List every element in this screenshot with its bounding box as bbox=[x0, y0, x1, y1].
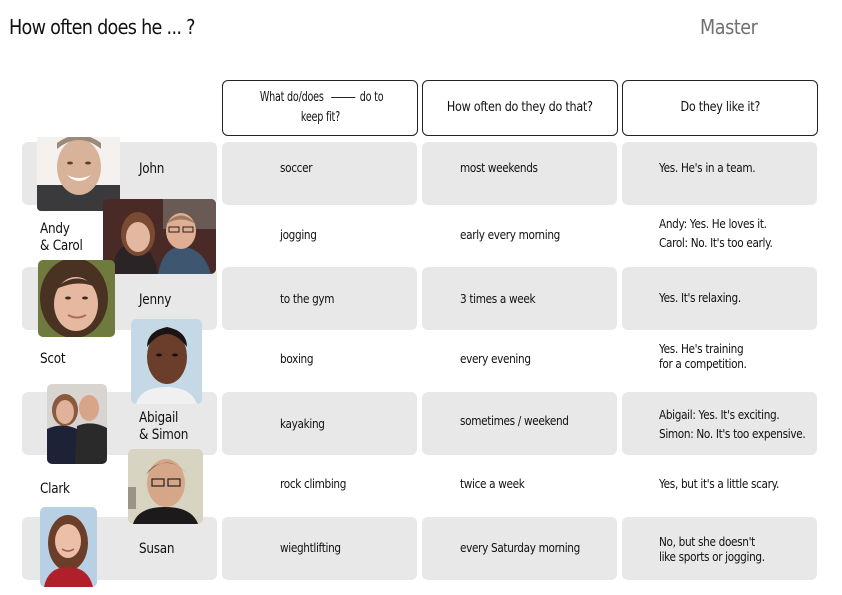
cell-text: kayaking bbox=[280, 416, 325, 431]
blank-line bbox=[331, 97, 356, 98]
cell-text: rock climbing bbox=[280, 476, 347, 491]
cell-text: every Saturday morning bbox=[460, 540, 580, 555]
table-cell-activity: soccer bbox=[222, 136, 417, 199]
cell-text: every evening bbox=[460, 351, 531, 366]
name-text: Jenny bbox=[139, 292, 172, 308]
cell-text: sometimes / weekend bbox=[460, 413, 569, 428]
cell-text: Yes. He's in a team. bbox=[659, 160, 756, 175]
table-cell-opinion: Yes. He's in a team. bbox=[622, 136, 817, 199]
name-text: Abigail bbox=[139, 410, 179, 426]
table-cell-opinion: Yes. He's training for a competition. bbox=[622, 324, 817, 387]
cell-text: Abigail: Yes. It's exciting. bbox=[659, 406, 780, 422]
person-name: Clark bbox=[40, 481, 75, 498]
table-cell-activity: to the gym bbox=[222, 267, 417, 330]
name-text: John bbox=[139, 161, 165, 177]
column-header-activity: What do/does do to keep fit? bbox=[222, 80, 418, 136]
table-cell-activity: jogging bbox=[222, 203, 417, 266]
table-cell-activity: rock climbing bbox=[222, 452, 417, 515]
person-name: Susan bbox=[139, 541, 180, 558]
photo-andy-carol bbox=[103, 199, 216, 274]
table-cell-frequency: sometimes / weekend bbox=[422, 389, 617, 452]
cell-text: No, but she doesn't bbox=[659, 533, 755, 549]
table-cell-opinion: Abigail: Yes. It's exciting. Simon: No. I… bbox=[622, 392, 817, 455]
name-text: Susan bbox=[139, 541, 175, 557]
person-name: John bbox=[139, 161, 168, 178]
cell-text: to the gym bbox=[280, 291, 335, 306]
header-text: Do they like it? bbox=[680, 100, 760, 115]
cell-text: Simon: No. It's too expensive. bbox=[659, 425, 806, 441]
column-header-opinion: Do they like it? bbox=[622, 80, 818, 136]
table-cell-frequency: every evening bbox=[422, 327, 617, 390]
table-cell-opinion: Andy: Yes. He loves it. Carol: No. It's t… bbox=[622, 201, 817, 264]
cell-text: like sports or jogging. bbox=[659, 548, 765, 564]
cell-text: 3 times a week bbox=[460, 291, 536, 306]
table-cell-opinion: Yes. It's relaxing. bbox=[622, 266, 817, 329]
header-text-part1: What do/does bbox=[259, 90, 324, 105]
column-header-frequency: How often do they do that? bbox=[422, 80, 618, 136]
photo-jenny bbox=[38, 260, 115, 337]
cell-text: Yes. It's relaxing. bbox=[659, 290, 741, 305]
table-cell-frequency: most weekends bbox=[422, 136, 617, 199]
cell-text: twice a week bbox=[460, 476, 525, 491]
table-cell-opinion: No, but she doesn't like sports or joggin… bbox=[622, 517, 817, 580]
table-cell-opinion: Yes, but it's a little scary. bbox=[622, 452, 817, 515]
cell-text: jogging bbox=[280, 227, 317, 242]
name-text: Scot bbox=[40, 351, 66, 367]
person-name: Andy & Carol bbox=[40, 221, 90, 255]
name-text: Clark bbox=[40, 481, 70, 497]
cell-text: boxing bbox=[280, 351, 314, 366]
header-text: How often do they do that? bbox=[447, 100, 593, 115]
person-name: Abigail & Simon bbox=[139, 410, 196, 444]
name-text: & Simon bbox=[139, 427, 189, 443]
cell-text: early every morning bbox=[460, 227, 560, 242]
cell-text: most weekends bbox=[460, 160, 538, 175]
page-title: How often does he ... ? bbox=[9, 15, 195, 39]
table-cell-activity: wieghtlifting bbox=[222, 516, 417, 579]
cell-text: Carol: No. It's too early. bbox=[659, 234, 773, 250]
cell-text: Yes. He's training bbox=[659, 340, 744, 356]
cell-text: soccer bbox=[280, 160, 313, 175]
photo-susan bbox=[40, 507, 97, 587]
table-cell-frequency: 3 times a week bbox=[422, 267, 617, 330]
cell-text: for a competition. bbox=[659, 355, 747, 371]
name-text: Andy bbox=[40, 221, 70, 237]
photo-abigail-simon bbox=[47, 384, 107, 464]
header-text-part2: do to bbox=[359, 90, 384, 105]
table-cell-activity: kayaking bbox=[222, 392, 417, 455]
photo-clark bbox=[128, 449, 203, 524]
cell-text: Yes, but it's a little scary. bbox=[659, 476, 779, 491]
name-text: & Carol bbox=[40, 238, 83, 254]
person-name: Jenny bbox=[139, 292, 176, 309]
cell-text: wieghtlifting bbox=[280, 540, 341, 555]
photo-scot bbox=[131, 319, 202, 404]
table-cell-activity: boxing bbox=[222, 327, 417, 390]
table-cell-frequency: early every morning bbox=[422, 203, 617, 266]
table-cell-frequency: every Saturday morning bbox=[422, 516, 617, 579]
master-label: Master bbox=[700, 15, 758, 39]
cell-text: Andy: Yes. He loves it. bbox=[659, 215, 767, 231]
person-name: Scot bbox=[40, 351, 69, 368]
table-cell-frequency: twice a week bbox=[422, 452, 617, 515]
header-text-line2: keep fit? bbox=[300, 110, 340, 125]
